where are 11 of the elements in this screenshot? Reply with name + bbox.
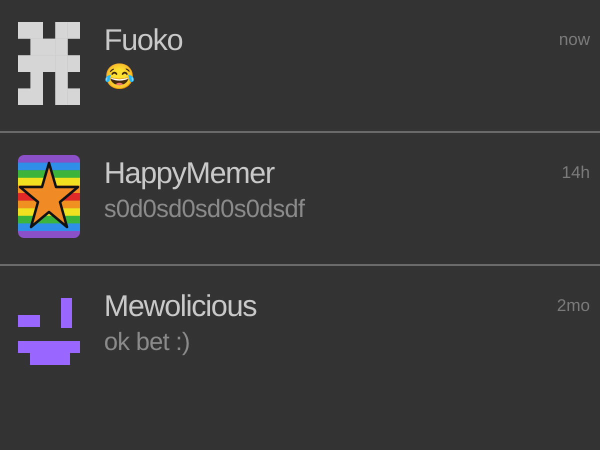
timestamp: 14h — [562, 163, 590, 183]
contact-name: Fuoko — [104, 24, 184, 58]
message-preview: s0d0sd0sd0s0dsdf — [104, 195, 306, 224]
avatar-icon — [18, 22, 80, 105]
message-preview: ok bet :) — [104, 328, 191, 357]
contact-name: HappyMemer — [104, 157, 276, 191]
timestamp: now — [558, 30, 590, 50]
star-icon — [18, 155, 80, 238]
message-preview: 😂 — [104, 62, 136, 92]
timestamp: 2mo — [556, 296, 590, 316]
contact-name: Mewolicious — [104, 290, 258, 324]
